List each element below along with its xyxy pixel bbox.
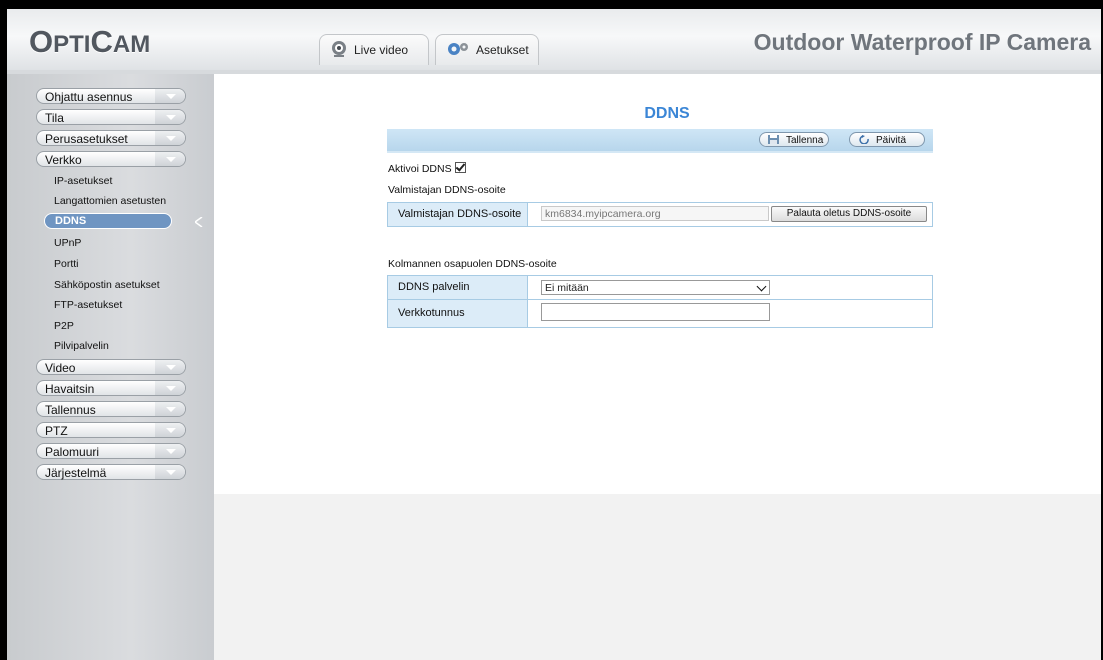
sidebar-item-perusasetukset[interactable]: Perusasetukset xyxy=(36,130,186,146)
chevron-down-icon xyxy=(155,444,185,458)
oem-ddns-field: km6834.myipcamera.org xyxy=(541,206,769,221)
oem-ddns-row: Valmistajan DDNS-osoite km6834.myipcamer… xyxy=(388,203,932,226)
enable-ddns-label: Aktivoi DDNS xyxy=(388,163,452,175)
sidebar-item-tila[interactable]: Tila xyxy=(36,109,186,125)
sidebar-item-label: Verkko xyxy=(45,153,82,167)
save-button[interactable]: Tallenna xyxy=(759,132,829,147)
sidebar-subitem-ip-asetukset[interactable]: IP-asetukset xyxy=(54,175,112,187)
sidebar-item-label: Tila xyxy=(45,111,64,125)
domain-input[interactable] xyxy=(541,303,770,321)
sidebar-item-label: Järjestelmä xyxy=(45,466,107,480)
sidebar: Ohjattu asennus Tila Perusasetukset Verk… xyxy=(7,74,214,660)
toolbar: Tallenna Päivitä xyxy=(387,129,933,153)
sidebar-item-ohjattu-asennus[interactable]: Ohjattu asennus xyxy=(36,88,186,104)
browser-page: OPTICAM Live video Asetukset Outdoor Wat… xyxy=(7,9,1101,660)
sidebar-item-label: PTZ xyxy=(45,424,68,438)
oem-ddns-key: Valmistajan DDNS-osoite xyxy=(388,203,528,226)
third-party-section-label: Kolmannen osapuolen DDNS-osoite xyxy=(388,258,557,270)
sidebar-item-verkko[interactable]: Verkko xyxy=(36,151,186,167)
third-party-ddns-table: DDNS palvelin Ei mitään Verkkotunnus xyxy=(387,275,933,328)
refresh-button[interactable]: Päivitä xyxy=(849,132,925,147)
tab-live-video-label: Live video xyxy=(354,43,409,57)
sidebar-item-label: Ohjattu asennus xyxy=(45,90,133,104)
sidebar-item-label: Perusasetukset xyxy=(45,132,128,146)
sidebar-subitem-pilvipalvelin[interactable]: Pilvipalvelin xyxy=(54,340,109,352)
domain-key: Verkkotunnus xyxy=(388,300,528,327)
main-panel: DDNS Tallenna Päivitä Aktivoi DDNS Valmi… xyxy=(214,74,1101,660)
sidebar-item-label: Havaitsin xyxy=(45,382,95,396)
chevron-down-icon xyxy=(155,110,185,124)
header: OPTICAM Live video Asetukset Outdoor Wat… xyxy=(7,9,1101,71)
sidebar-item-label: Tallennus xyxy=(45,403,96,417)
chevron-down-icon xyxy=(155,381,185,395)
chevron-down-icon xyxy=(155,402,185,416)
enable-ddns-row: Aktivoi DDNS xyxy=(388,162,466,175)
tab-settings[interactable]: Asetukset xyxy=(435,34,539,65)
sidebar-subitem-upnp[interactable]: UPnP xyxy=(54,237,81,249)
sidebar-subitem-ftp-asetukset[interactable]: FTP-asetukset xyxy=(54,299,122,311)
chevron-down-icon xyxy=(155,152,185,166)
chevron-down-icon xyxy=(155,131,185,145)
sidebar-item-label: Video xyxy=(45,361,76,375)
sidebar-item-ptz[interactable]: PTZ xyxy=(36,422,186,438)
chevron-down-icon xyxy=(756,281,767,292)
tab-live-video[interactable]: Live video xyxy=(319,34,429,65)
sidebar-subitem-langattomien-asetusten[interactable]: Langattomien asetusten xyxy=(54,195,166,207)
sidebar-subitem-p2p[interactable]: P2P xyxy=(54,320,74,332)
refresh-button-label: Päivitä xyxy=(876,135,907,146)
tab-settings-label: Asetukset xyxy=(476,43,529,57)
ddns-server-select[interactable]: Ei mitään xyxy=(541,280,770,295)
ddns-server-row: DDNS palvelin Ei mitään xyxy=(388,276,932,300)
page-title: DDNS xyxy=(644,105,690,122)
sidebar-item-palomuuri[interactable]: Palomuuri xyxy=(36,443,186,459)
floppy-disk-icon xyxy=(768,135,779,144)
refresh-icon xyxy=(859,135,869,144)
sidebar-item-jarjestelma[interactable]: Järjestelmä xyxy=(36,464,186,480)
ddns-server-key: DDNS palvelin xyxy=(388,276,528,299)
enable-ddns-checkbox[interactable] xyxy=(454,162,466,173)
gears-icon xyxy=(446,40,470,61)
sidebar-item-label: Palomuuri xyxy=(45,445,100,459)
webcam-icon xyxy=(330,40,348,61)
sidebar-item-tallennus[interactable]: Tallennus xyxy=(36,401,186,417)
sidebar-item-havaitsin[interactable]: Havaitsin xyxy=(36,380,186,396)
content-area: DDNS Tallenna Päivitä Aktivoi DDNS Valmi… xyxy=(214,74,1101,494)
save-button-label: Tallenna xyxy=(786,135,824,146)
domain-row: Verkkotunnus xyxy=(388,300,932,327)
sidebar-subitem-sahkoposti[interactable]: Sähköpostin asetukset xyxy=(54,279,160,291)
restore-default-ddns-button[interactable]: Palauta oletus DDNS-osoite xyxy=(771,206,927,222)
chevron-down-icon xyxy=(155,360,185,374)
sidebar-subitem-portti[interactable]: Portti xyxy=(54,258,79,270)
chevron-down-icon xyxy=(155,465,185,479)
chevron-down-icon xyxy=(155,89,185,103)
selected-arrow-icon xyxy=(195,217,203,227)
opticam-logo: OPTICAM xyxy=(29,24,151,59)
chevron-down-icon xyxy=(155,423,185,437)
ddns-server-selected-value: Ei mitään xyxy=(545,282,589,294)
camera-model-title: Outdoor Waterproof IP Camera xyxy=(753,29,1091,55)
oem-ddns-table: Valmistajan DDNS-osoite km6834.myipcamer… xyxy=(387,202,933,227)
oem-section-label: Valmistajan DDNS-osoite xyxy=(388,184,506,196)
sidebar-item-video[interactable]: Video xyxy=(36,359,186,375)
sidebar-subitem-ddns[interactable]: DDNS xyxy=(44,213,172,229)
